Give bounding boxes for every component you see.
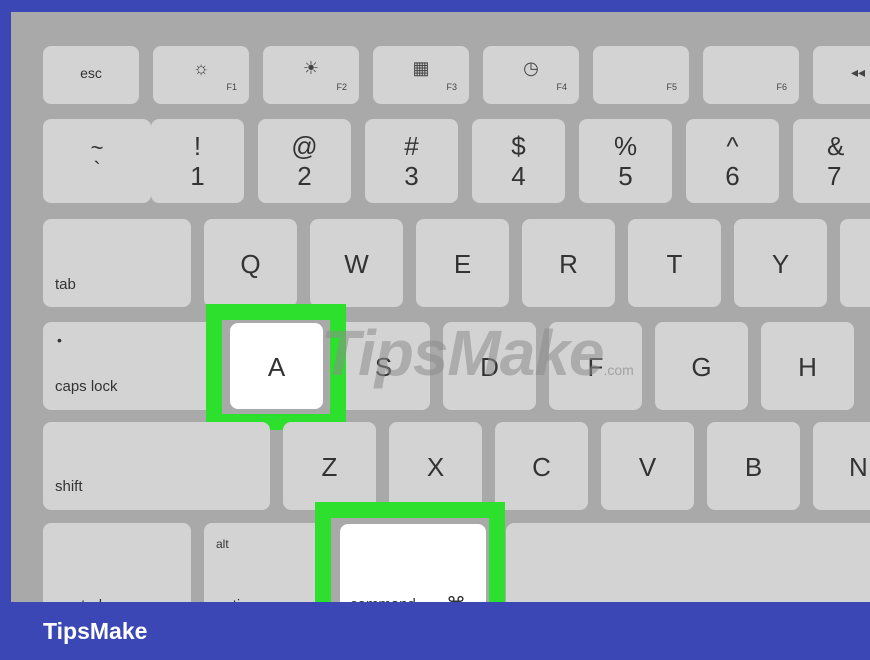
key-c-label: C [532, 452, 551, 482]
command-key: command ⌘ [340, 524, 486, 602]
key-7-bottom-label: 7 [827, 161, 842, 191]
key-z: Z [283, 422, 376, 510]
key-5: % 5 [579, 119, 672, 203]
key-n-label: N [849, 452, 868, 482]
watermark-text: TipsMake [321, 317, 604, 389]
key-3-bottom-label: 3 [404, 161, 419, 191]
key-3-top-label: # [404, 131, 419, 161]
key-7: & 7 [793, 119, 870, 203]
caps-lock-key: • caps lock [43, 322, 217, 410]
key-g: G [655, 322, 748, 410]
key-x: X [389, 422, 482, 510]
tilde-key: ~ ` [43, 119, 151, 203]
key-7-top-label: & [827, 131, 845, 161]
key-6-bottom-label: 6 [725, 161, 740, 191]
f4-label: F4 [556, 82, 567, 92]
key-4-top-label: $ [511, 131, 526, 161]
footer-bar: TipsMake [0, 602, 870, 660]
key-2: @ 2 [258, 119, 351, 203]
f5-label: F5 [666, 82, 677, 92]
option-key: alt option [204, 523, 324, 602]
key-a: A [230, 323, 323, 409]
key-3: # 3 [365, 119, 458, 203]
brightness-up-icon: ☀ [302, 58, 320, 78]
key-h: H [761, 322, 854, 410]
key-z-label: Z [321, 452, 338, 482]
key-t: T [628, 219, 721, 307]
f2-key: ☀ F2 [263, 46, 359, 104]
key-1-top-label: ! [193, 131, 202, 161]
command-symbol-icon: ⌘ [446, 592, 466, 602]
key-u-partial [840, 219, 870, 307]
key-2-bottom-label: 2 [297, 161, 312, 191]
key-r-label: R [559, 249, 578, 279]
key-b-label: B [744, 452, 763, 482]
tilde-bottom-label: ` [93, 157, 101, 182]
key-v: V [601, 422, 694, 510]
f6-label: F6 [776, 82, 787, 92]
caps-lock-label: caps lock [55, 378, 118, 395]
keyboard-image: esc ☼ F1 ☀ F2 ▦ F3 ◷ F4 F5 F6 ◂◂ ~ ` ! 1… [11, 12, 870, 602]
key-6: ^ 6 [686, 119, 779, 203]
alt-label: alt [216, 537, 229, 551]
key-g-label: G [691, 352, 712, 382]
key-b: B [707, 422, 800, 510]
key-6-top-label: ^ [726, 131, 739, 161]
key-e-label: E [453, 249, 472, 279]
f2-label: F2 [336, 82, 347, 92]
key-h-label: H [798, 352, 817, 382]
tab-key: tab [43, 219, 191, 307]
key-w: W [310, 219, 403, 307]
key-t-label: T [666, 249, 683, 279]
key-y: Y [734, 219, 827, 307]
key-1-bottom-label: 1 [190, 161, 205, 191]
f3-key: ▦ F3 [373, 46, 469, 104]
key-5-bottom-label: 5 [618, 161, 633, 191]
watermark: TipsMake.com [321, 316, 634, 390]
watermark-suffix: .com [603, 362, 634, 378]
f4-key: ◷ F4 [483, 46, 579, 104]
key-n: N [813, 422, 870, 510]
key-e: E [416, 219, 509, 307]
brightness-down-icon: ☼ [192, 58, 210, 78]
shift-key: shift [43, 422, 270, 510]
tab-label: tab [55, 276, 76, 293]
f5-key: F5 [593, 46, 689, 104]
f3-label: F3 [446, 82, 457, 92]
key-c: C [495, 422, 588, 510]
shift-label: shift [55, 478, 83, 495]
dashboard-icon: ◷ [523, 58, 539, 78]
key-y-label: Y [771, 249, 790, 279]
key-x-label: X [426, 452, 445, 482]
key-q-label: Q [240, 249, 261, 279]
key-2-top-label: @ [291, 131, 318, 161]
esc-key: esc [43, 46, 139, 104]
key-w-label: W [344, 249, 369, 279]
key-5-top-label: % [613, 131, 638, 161]
f1-label: F1 [226, 82, 237, 92]
key-q: Q [204, 219, 297, 307]
key-4-bottom-label: 4 [511, 161, 526, 191]
f1-key: ☼ F1 [153, 46, 249, 104]
esc-label: esc [80, 65, 102, 81]
caps-lock-indicator: • [57, 332, 62, 348]
key-1: ! 1 [151, 119, 244, 203]
f6-key: F6 [703, 46, 799, 104]
mission-control-icon: ▦ [412, 58, 430, 78]
brand-logo: TipsMake [43, 618, 148, 644]
key-a-label: A [267, 352, 286, 382]
f7-key: ◂◂ [813, 46, 870, 104]
rewind-icon: ◂◂ [851, 64, 866, 80]
space-bar [506, 523, 870, 602]
key-4: $ 4 [472, 119, 565, 203]
control-key: control [43, 523, 191, 602]
key-r: R [522, 219, 615, 307]
key-v-label: V [638, 452, 657, 482]
